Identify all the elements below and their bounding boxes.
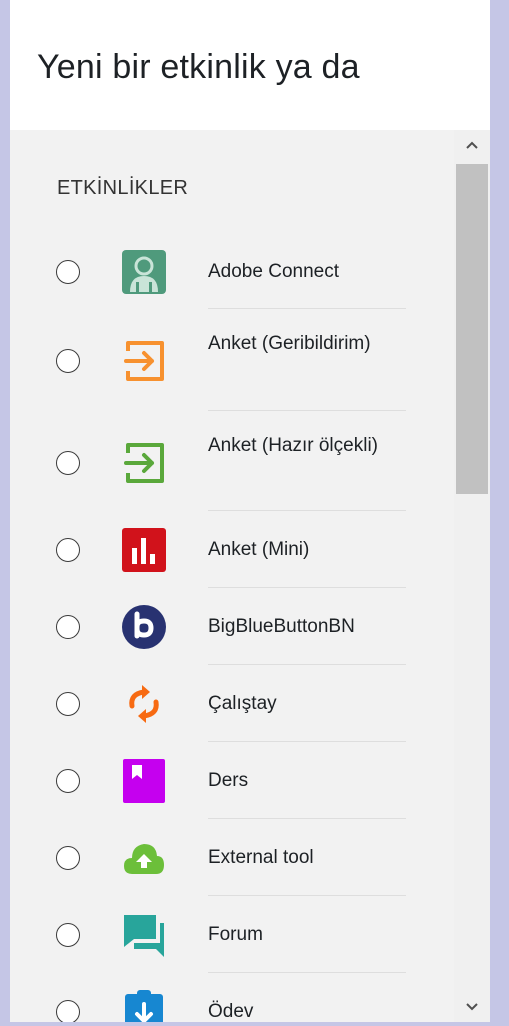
dialog-title: Yeni bir etkinlik ya da [37,48,360,86]
row-divider [208,741,406,742]
activity-label: Anket (Hazır ölçekli) [208,435,378,456]
activity-label: Ders [208,770,249,791]
activity-radio[interactable] [56,615,80,639]
activities-panel: ETKİNLİKLER Adobe Connect Anket (Geribil… [10,130,490,1022]
activity-label: Anket (Mini) [208,539,310,560]
row-divider [208,664,406,665]
activity-radio[interactable] [56,692,80,716]
row-divider [208,972,406,973]
scroll-up-arrow-icon[interactable] [454,130,490,160]
activity-label: External tool [208,847,314,868]
activity-radio[interactable] [56,260,80,284]
activity-label: Anket (Geribildirim) [208,333,371,354]
assignment-icon [120,988,168,1022]
row-divider [208,818,406,819]
dialog-header: Yeni bir etkinlik ya da [10,0,490,130]
activity-radio[interactable] [56,846,80,870]
row-divider [208,308,406,309]
vertical-scrollbar[interactable] [454,130,490,1022]
row-divider [208,510,406,511]
adobe-connect-icon [120,248,168,296]
activity-radio[interactable] [56,538,80,562]
activity-radio[interactable] [56,923,80,947]
scroll-down-arrow-icon[interactable] [454,992,490,1022]
activity-label: Çalıştay [208,693,277,714]
row-divider [208,895,406,896]
activity-radio[interactable] [56,1000,80,1022]
external-tool-icon [120,834,168,882]
activity-label: BigBlueButtonBN [208,616,355,637]
workshop-icon [120,680,168,728]
activity-label: Adobe Connect [208,261,339,282]
activity-label: Forum [208,924,263,945]
forum-icon [120,911,168,959]
scrollbar-thumb[interactable] [456,164,488,494]
feedback-icon [120,337,168,385]
bigbluebutton-icon [120,603,168,651]
activity-radio[interactable] [56,769,80,793]
row-divider [208,410,406,411]
survey-icon [120,439,168,487]
choice-icon [120,526,168,574]
add-activity-dialog: Yeni bir etkinlik ya da ETKİNLİKLER Adob… [10,0,490,1022]
activity-radio[interactable] [56,451,80,475]
lesson-icon [120,757,168,805]
activity-label: Ödev [208,1001,254,1022]
row-divider [208,587,406,588]
section-label: ETKİNLİKLER [57,177,189,199]
activity-radio[interactable] [56,349,80,373]
